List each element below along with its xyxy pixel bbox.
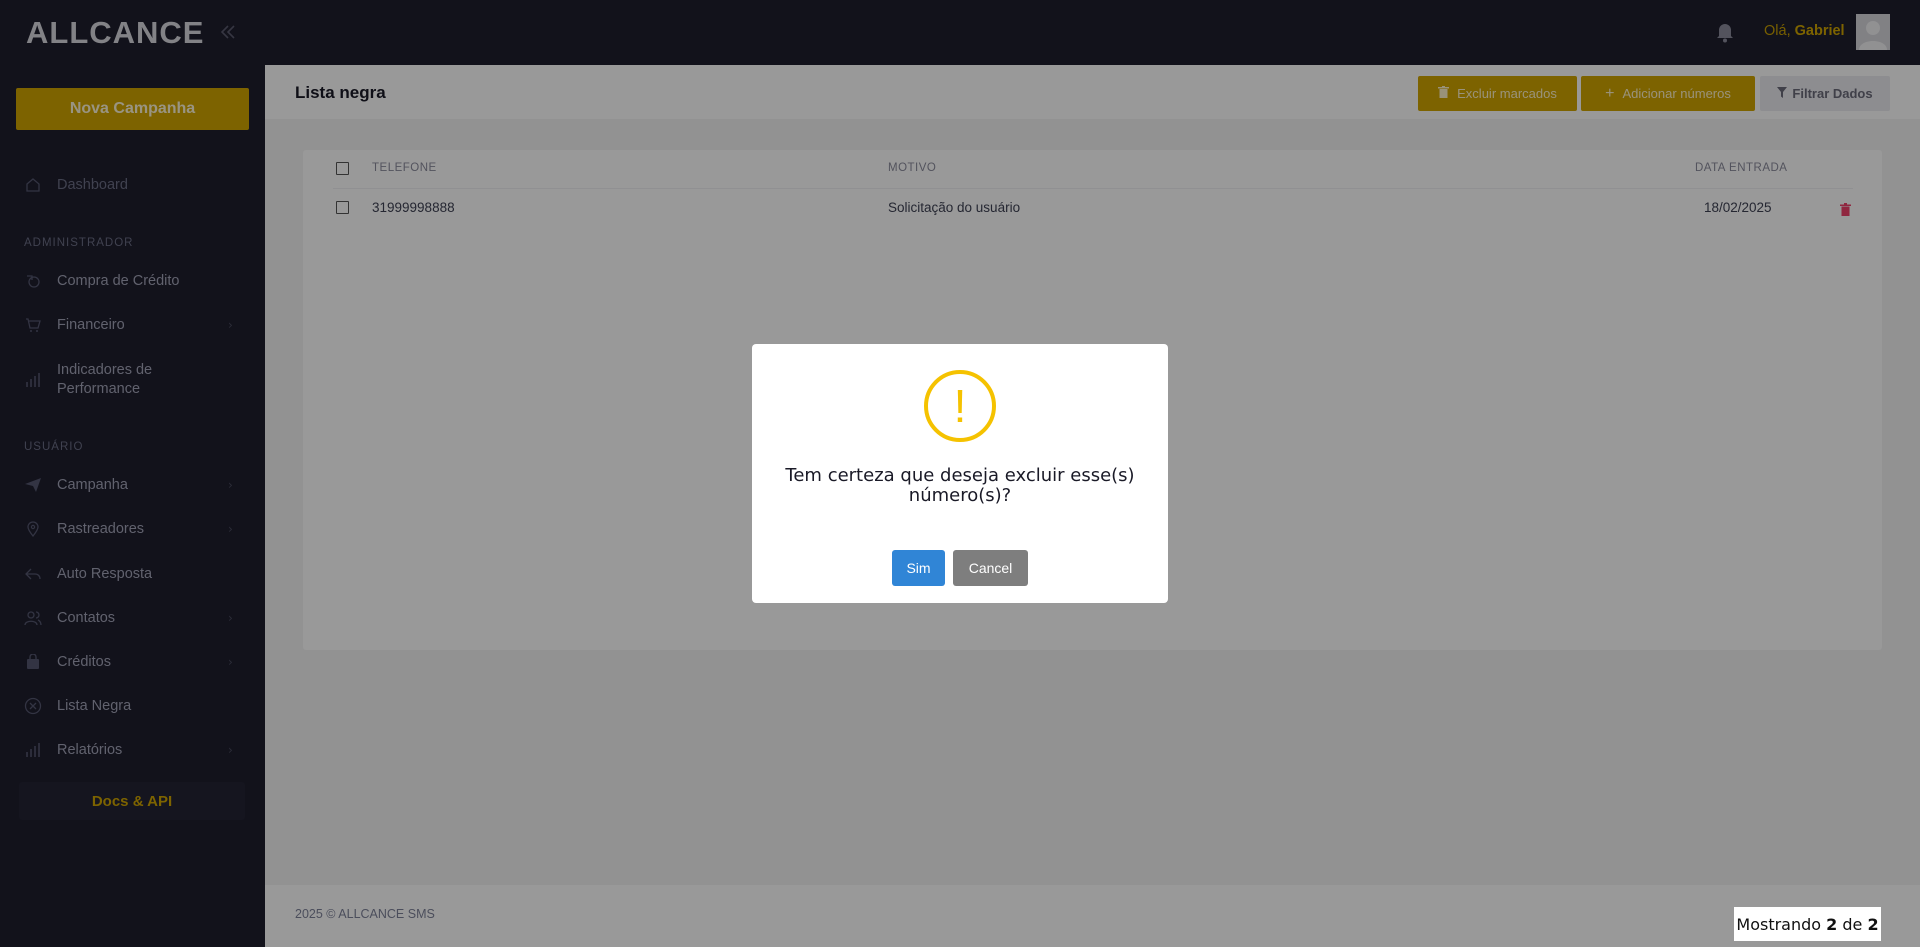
confirm-delete-dialog: ! Tem certeza que deseja excluir esse(s)… bbox=[752, 344, 1168, 603]
pagination-prefix: Mostrando bbox=[1736, 914, 1827, 934]
pagination-mid: de bbox=[1837, 914, 1868, 934]
pagination-shown: 2 bbox=[1826, 914, 1838, 934]
warning-glyph: ! bbox=[953, 380, 967, 432]
dialog-message: Tem certeza que deseja excluir esse(s) n… bbox=[785, 465, 1135, 506]
cancel-button[interactable]: Cancel bbox=[953, 550, 1028, 586]
pagination-total: 2 bbox=[1867, 914, 1879, 934]
confirm-button[interactable]: Sim bbox=[892, 550, 945, 586]
warning-icon: ! bbox=[924, 370, 996, 442]
pagination-info: Mostrando 2 de 2 bbox=[1734, 907, 1881, 941]
